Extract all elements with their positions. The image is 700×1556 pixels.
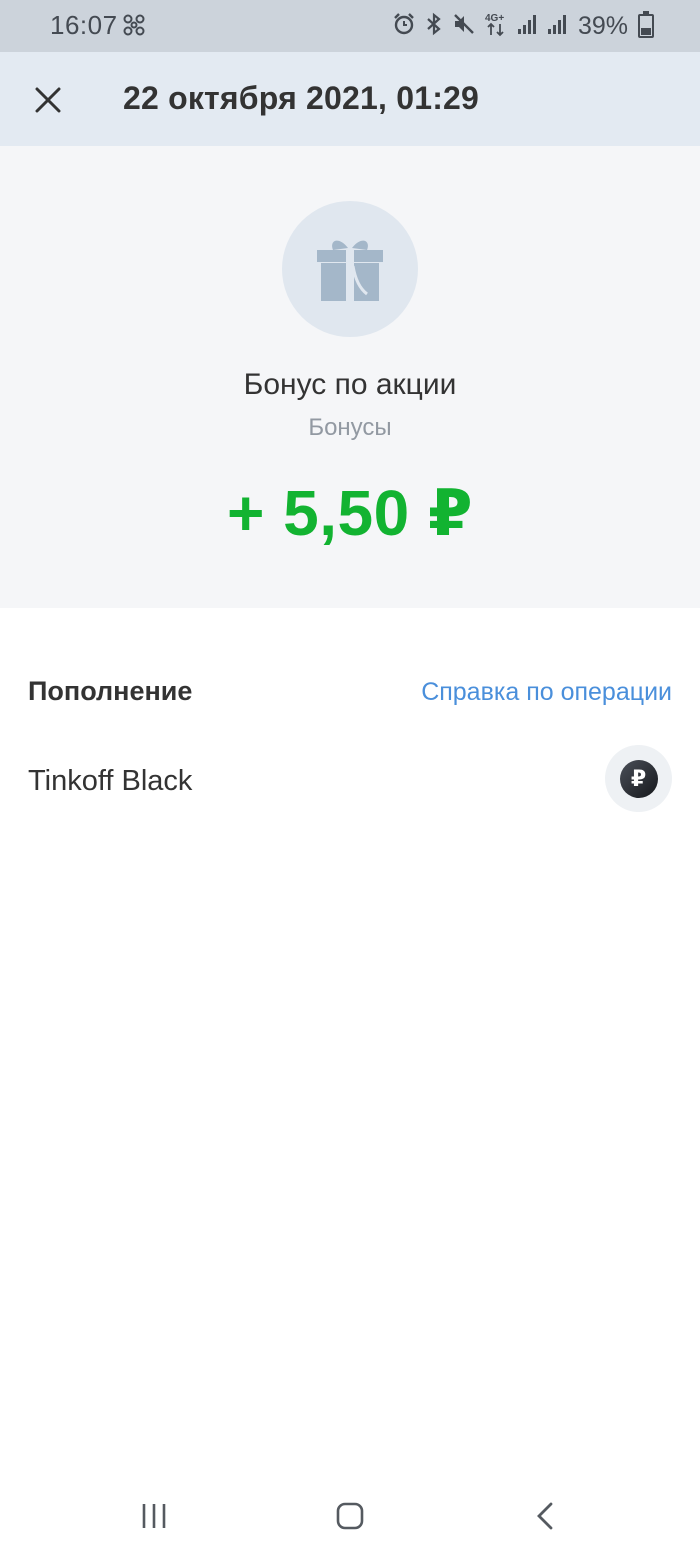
battery-icon <box>638 11 654 38</box>
account-icon-button[interactable]: ₽ <box>605 745 672 812</box>
status-icons: 4G+ 39% <box>392 11 654 42</box>
operation-type: Пополнение <box>28 676 193 706</box>
system-nav-bar <box>0 1476 700 1556</box>
header: 22 октября 2021, 01:29 <box>0 52 700 146</box>
mute-icon <box>452 12 476 41</box>
recent-apps-button[interactable] <box>130 1498 178 1534</box>
alarm-icon <box>392 12 416 41</box>
ruble-icon: ₽ <box>619 759 658 798</box>
operation-help-link[interactable]: Справка по операции <box>421 678 672 707</box>
gift-icon <box>317 240 383 301</box>
operation-amount: + 5,50 ₽ <box>226 477 474 549</box>
signal-icon <box>516 13 538 40</box>
operation-category: Бонусы <box>308 414 392 441</box>
bluetooth-icon <box>424 12 444 41</box>
battery-percent: 39% <box>577 11 628 40</box>
back-button[interactable] <box>522 1498 570 1534</box>
home-icon <box>336 1502 364 1530</box>
svg-text:4G+: 4G+ <box>485 13 504 24</box>
back-icon <box>537 1502 553 1530</box>
fan-icon <box>122 13 146 42</box>
operation-summary: Бонус по акции Бонусы + 5,50 ₽ <box>0 146 700 608</box>
recent-apps-icon <box>142 1504 166 1528</box>
operation-icon <box>282 201 418 337</box>
home-button[interactable] <box>326 1498 374 1534</box>
operation-title: Бонус по акции <box>243 368 457 401</box>
account-name: Tinkoff Black <box>28 765 193 797</box>
status-time: 16:07 <box>50 10 118 40</box>
signal-icon <box>546 13 568 40</box>
status-bar: 16:07 4G+ 39% <box>0 0 700 52</box>
page-title: 22 октября 2021, 01:29 <box>123 80 480 116</box>
close-button[interactable] <box>24 76 72 124</box>
4g-icon: 4G+ <box>484 11 508 42</box>
close-icon <box>35 87 61 113</box>
